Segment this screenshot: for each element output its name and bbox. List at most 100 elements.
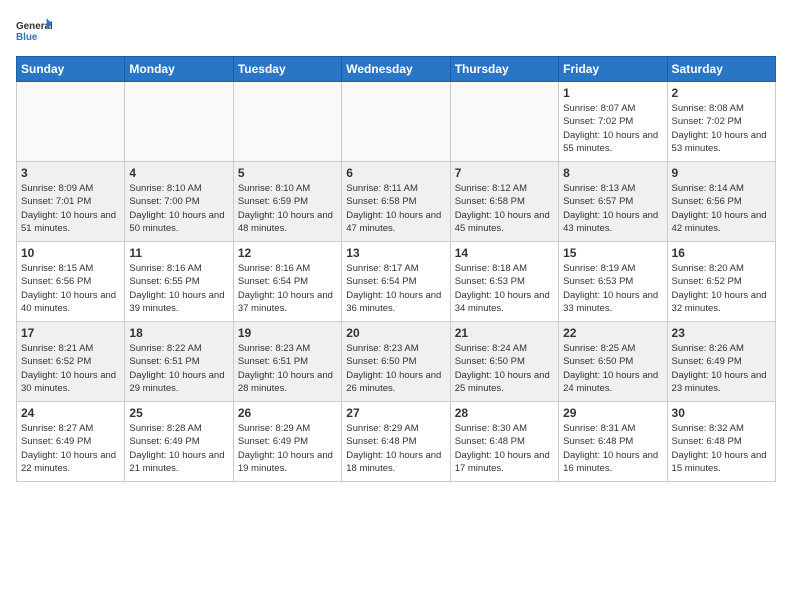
day-info: Sunrise: 8:09 AM Sunset: 7:01 PM Dayligh… (21, 182, 120, 235)
day-info: Sunrise: 8:17 AM Sunset: 6:54 PM Dayligh… (346, 262, 445, 315)
day-number: 22 (563, 326, 662, 340)
day-number: 28 (455, 406, 554, 420)
day-number: 23 (672, 326, 771, 340)
calendar-cell: 20 Sunrise: 8:23 AM Sunset: 6:50 PM Dayli… (342, 322, 450, 402)
calendar-cell: 12 Sunrise: 8:16 AM Sunset: 6:54 PM Dayli… (233, 242, 341, 322)
day-info: Sunrise: 8:14 AM Sunset: 6:56 PM Dayligh… (672, 182, 771, 235)
calendar-cell: 23Sunrise: 8:26 AM Sunset: 6:49 PM Dayli… (667, 322, 775, 402)
day-number: 7 (455, 166, 554, 180)
calendar-cell: 13 Sunrise: 8:17 AM Sunset: 6:54 PM Dayli… (342, 242, 450, 322)
day-number: 18 (129, 326, 228, 340)
day-info: Sunrise: 8:20 AM Sunset: 6:52 PM Dayligh… (672, 262, 771, 315)
day-info: Sunrise: 8:21 AM Sunset: 6:52 PM Dayligh… (21, 342, 120, 395)
calendar-cell: 10 Sunrise: 8:15 AM Sunset: 6:56 PM Dayli… (17, 242, 125, 322)
calendar-week-row: 24Sunrise: 8:27 AM Sunset: 6:49 PM Dayli… (17, 402, 776, 482)
day-number: 9 (672, 166, 771, 180)
day-info: Sunrise: 8:27 AM Sunset: 6:49 PM Dayligh… (21, 422, 120, 475)
calendar-cell: 28Sunrise: 8:30 AM Sunset: 6:48 PM Dayli… (450, 402, 558, 482)
calendar-cell: 6 Sunrise: 8:11 AM Sunset: 6:58 PM Daylig… (342, 162, 450, 242)
calendar-cell: 16 Sunrise: 8:20 AM Sunset: 6:52 PM Dayli… (667, 242, 775, 322)
day-info: Sunrise: 8:29 AM Sunset: 6:48 PM Dayligh… (346, 422, 445, 475)
weekday-header-row: SundayMondayTuesdayWednesdayThursdayFrid… (17, 57, 776, 82)
calendar-cell (233, 82, 341, 162)
day-info: Sunrise: 8:31 AM Sunset: 6:48 PM Dayligh… (563, 422, 662, 475)
calendar-week-row: 10 Sunrise: 8:15 AM Sunset: 6:56 PM Dayli… (17, 242, 776, 322)
calendar-week-row: 1 Sunrise: 8:07 AM Sunset: 7:02 PM Daylig… (17, 82, 776, 162)
calendar-cell (450, 82, 558, 162)
page-header: General Blue (16, 16, 776, 44)
day-number: 14 (455, 246, 554, 260)
day-number: 19 (238, 326, 337, 340)
calendar-cell: 4 Sunrise: 8:10 AM Sunset: 7:00 PM Daylig… (125, 162, 233, 242)
day-number: 5 (238, 166, 337, 180)
day-number: 17 (21, 326, 120, 340)
calendar-cell: 3Sunrise: 8:09 AM Sunset: 7:01 PM Daylig… (17, 162, 125, 242)
day-info: Sunrise: 8:10 AM Sunset: 6:59 PM Dayligh… (238, 182, 337, 235)
day-number: 10 (21, 246, 120, 260)
day-info: Sunrise: 8:07 AM Sunset: 7:02 PM Dayligh… (563, 102, 662, 155)
day-number: 8 (563, 166, 662, 180)
day-number: 1 (563, 86, 662, 100)
calendar-cell: 5 Sunrise: 8:10 AM Sunset: 6:59 PM Daylig… (233, 162, 341, 242)
day-info: Sunrise: 8:10 AM Sunset: 7:00 PM Dayligh… (129, 182, 228, 235)
day-number: 12 (238, 246, 337, 260)
logo: General Blue (16, 16, 52, 44)
calendar-cell: 24Sunrise: 8:27 AM Sunset: 6:49 PM Dayli… (17, 402, 125, 482)
day-number: 20 (346, 326, 445, 340)
calendar-cell: 11 Sunrise: 8:16 AM Sunset: 6:55 PM Dayli… (125, 242, 233, 322)
weekday-header: Thursday (450, 57, 558, 82)
calendar-cell: 18 Sunrise: 8:22 AM Sunset: 6:51 PM Dayli… (125, 322, 233, 402)
calendar-cell: 8Sunrise: 8:13 AM Sunset: 6:57 PM Daylig… (559, 162, 667, 242)
day-number: 11 (129, 246, 228, 260)
day-info: Sunrise: 8:32 AM Sunset: 6:48 PM Dayligh… (672, 422, 771, 475)
weekday-header: Wednesday (342, 57, 450, 82)
day-number: 15 (563, 246, 662, 260)
day-number: 27 (346, 406, 445, 420)
calendar-cell (342, 82, 450, 162)
calendar-cell: 29 Sunrise: 8:31 AM Sunset: 6:48 PM Dayli… (559, 402, 667, 482)
day-number: 26 (238, 406, 337, 420)
calendar-week-row: 17 Sunrise: 8:21 AM Sunset: 6:52 PM Dayli… (17, 322, 776, 402)
day-number: 16 (672, 246, 771, 260)
day-info: Sunrise: 8:11 AM Sunset: 6:58 PM Dayligh… (346, 182, 445, 235)
logo-icon: General Blue (16, 16, 52, 44)
day-info: Sunrise: 8:23 AM Sunset: 6:50 PM Dayligh… (346, 342, 445, 395)
day-number: 25 (129, 406, 228, 420)
day-info: Sunrise: 8:19 AM Sunset: 6:53 PM Dayligh… (563, 262, 662, 315)
calendar-cell: 22Sunrise: 8:25 AM Sunset: 6:50 PM Dayli… (559, 322, 667, 402)
day-info: Sunrise: 8:16 AM Sunset: 6:54 PM Dayligh… (238, 262, 337, 315)
calendar-cell: 1 Sunrise: 8:07 AM Sunset: 7:02 PM Daylig… (559, 82, 667, 162)
weekday-header: Tuesday (233, 57, 341, 82)
calendar-cell: 30 Sunrise: 8:32 AM Sunset: 6:48 PM Dayli… (667, 402, 775, 482)
calendar-cell: 21 Sunrise: 8:24 AM Sunset: 6:50 PM Dayli… (450, 322, 558, 402)
calendar-week-row: 3Sunrise: 8:09 AM Sunset: 7:01 PM Daylig… (17, 162, 776, 242)
day-number: 21 (455, 326, 554, 340)
day-number: 4 (129, 166, 228, 180)
day-number: 6 (346, 166, 445, 180)
day-number: 29 (563, 406, 662, 420)
day-info: Sunrise: 8:08 AM Sunset: 7:02 PM Dayligh… (672, 102, 771, 155)
day-info: Sunrise: 8:12 AM Sunset: 6:58 PM Dayligh… (455, 182, 554, 235)
day-info: Sunrise: 8:24 AM Sunset: 6:50 PM Dayligh… (455, 342, 554, 395)
weekday-header: Monday (125, 57, 233, 82)
calendar-cell (125, 82, 233, 162)
day-number: 13 (346, 246, 445, 260)
day-info: Sunrise: 8:16 AM Sunset: 6:55 PM Dayligh… (129, 262, 228, 315)
day-number: 30 (672, 406, 771, 420)
calendar-cell: 17 Sunrise: 8:21 AM Sunset: 6:52 PM Dayli… (17, 322, 125, 402)
calendar-cell: 19 Sunrise: 8:23 AM Sunset: 6:51 PM Dayli… (233, 322, 341, 402)
day-info: Sunrise: 8:15 AM Sunset: 6:56 PM Dayligh… (21, 262, 120, 315)
day-info: Sunrise: 8:28 AM Sunset: 6:49 PM Dayligh… (129, 422, 228, 475)
day-number: 2 (672, 86, 771, 100)
day-info: Sunrise: 8:23 AM Sunset: 6:51 PM Dayligh… (238, 342, 337, 395)
calendar-cell (17, 82, 125, 162)
weekday-header: Friday (559, 57, 667, 82)
day-info: Sunrise: 8:22 AM Sunset: 6:51 PM Dayligh… (129, 342, 228, 395)
calendar-cell: 2 Sunrise: 8:08 AM Sunset: 7:02 PM Daylig… (667, 82, 775, 162)
day-info: Sunrise: 8:29 AM Sunset: 6:49 PM Dayligh… (238, 422, 337, 475)
calendar-cell: 26 Sunrise: 8:29 AM Sunset: 6:49 PM Dayli… (233, 402, 341, 482)
day-info: Sunrise: 8:18 AM Sunset: 6:53 PM Dayligh… (455, 262, 554, 315)
calendar-cell: 7 Sunrise: 8:12 AM Sunset: 6:58 PM Daylig… (450, 162, 558, 242)
weekday-header: Sunday (17, 57, 125, 82)
calendar-cell: 9 Sunrise: 8:14 AM Sunset: 6:56 PM Daylig… (667, 162, 775, 242)
